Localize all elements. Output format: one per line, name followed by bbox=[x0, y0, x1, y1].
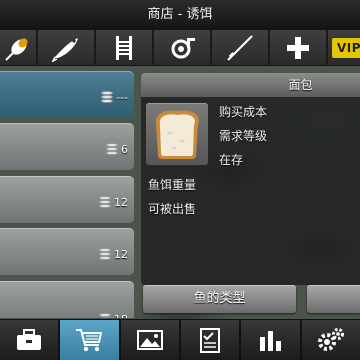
detail-header: 面包 bbox=[141, 73, 360, 97]
fishing-rod-icon bbox=[227, 35, 253, 61]
tab-lures[interactable] bbox=[38, 30, 96, 66]
purchase-cost-label: 购买成本 bbox=[219, 105, 268, 119]
price: 6 bbox=[105, 142, 128, 156]
bar-chart-icon bbox=[260, 331, 282, 351]
bottom-nav bbox=[0, 319, 360, 360]
in-stock-label: 在存 bbox=[219, 153, 244, 167]
list-item[interactable]: 12 bbox=[0, 176, 134, 223]
plus-icon bbox=[287, 37, 309, 59]
bait-list: --- 6 12 12 18 bbox=[0, 71, 134, 318]
settings-gears-icon bbox=[317, 328, 344, 351]
coin-stack-icon bbox=[105, 142, 119, 156]
reel-icon bbox=[171, 38, 195, 59]
list-item[interactable]: --- bbox=[0, 71, 134, 118]
required-level-label: 需求等级 bbox=[219, 129, 268, 143]
coin-stack-icon bbox=[100, 90, 114, 104]
price-value: --- bbox=[116, 90, 128, 104]
price: 12 bbox=[98, 247, 128, 261]
nav-gallery[interactable] bbox=[121, 320, 181, 360]
toolbox-icon bbox=[17, 329, 42, 350]
fish-types-label: 鱼的类型 bbox=[193, 291, 246, 306]
price-value: 18 bbox=[114, 313, 128, 319]
nav-equipment[interactable] bbox=[0, 320, 61, 360]
tab-fishing-line[interactable] bbox=[96, 30, 154, 66]
checklist-icon bbox=[200, 328, 221, 353]
tab-vip[interactable]: VIP bbox=[328, 30, 360, 66]
nav-settings[interactable] bbox=[302, 320, 360, 360]
category-toolbar: VIP bbox=[0, 30, 360, 66]
coin-stack-icon bbox=[98, 195, 112, 209]
bait-image bbox=[146, 103, 208, 165]
coin-stack-icon bbox=[98, 312, 112, 318]
price-value: 12 bbox=[114, 247, 128, 261]
vip-badge-icon: VIP bbox=[332, 38, 360, 58]
lure-icon bbox=[51, 38, 78, 62]
bread-slice-icon bbox=[155, 110, 199, 159]
bait-name: 面包 bbox=[288, 78, 313, 92]
tab-rods[interactable] bbox=[212, 30, 270, 66]
fish-types-button[interactable]: 鱼的类型 bbox=[143, 285, 296, 313]
price-value: 6 bbox=[121, 142, 128, 156]
sellable-label: 可被出售 bbox=[148, 202, 197, 216]
list-item[interactable]: 18 bbox=[0, 281, 134, 318]
bait-detail-panel: 面包 购买成本 需求等级 在存 鱼饵重量 可被出售 bbox=[141, 73, 360, 285]
gallery-icon bbox=[136, 330, 163, 350]
buy-button[interactable] bbox=[307, 285, 360, 313]
coin-stack-icon bbox=[98, 247, 112, 261]
list-item[interactable]: 6 bbox=[0, 123, 134, 170]
nav-shop[interactable] bbox=[60, 320, 121, 360]
tab-fishing-float[interactable] bbox=[0, 30, 38, 66]
nav-statistics[interactable] bbox=[241, 320, 302, 360]
page-title: 商店 - 诱饵 bbox=[147, 7, 213, 22]
price-value: 12 bbox=[114, 195, 128, 209]
tab-more[interactable] bbox=[270, 30, 328, 66]
nav-tasks[interactable] bbox=[181, 320, 242, 360]
tab-reels[interactable] bbox=[154, 30, 212, 66]
list-item[interactable]: 12 bbox=[0, 228, 134, 275]
title-bar: 商店 - 诱饵 bbox=[0, 0, 360, 30]
fishing-float-icon bbox=[5, 38, 28, 61]
bait-weight-label: 鱼饵重量 bbox=[148, 178, 197, 192]
price: 18 bbox=[98, 312, 128, 318]
price: 12 bbox=[98, 195, 128, 209]
fishing-line-spool-icon bbox=[116, 36, 132, 60]
price: --- bbox=[100, 90, 128, 104]
shopping-cart-icon bbox=[76, 329, 103, 352]
